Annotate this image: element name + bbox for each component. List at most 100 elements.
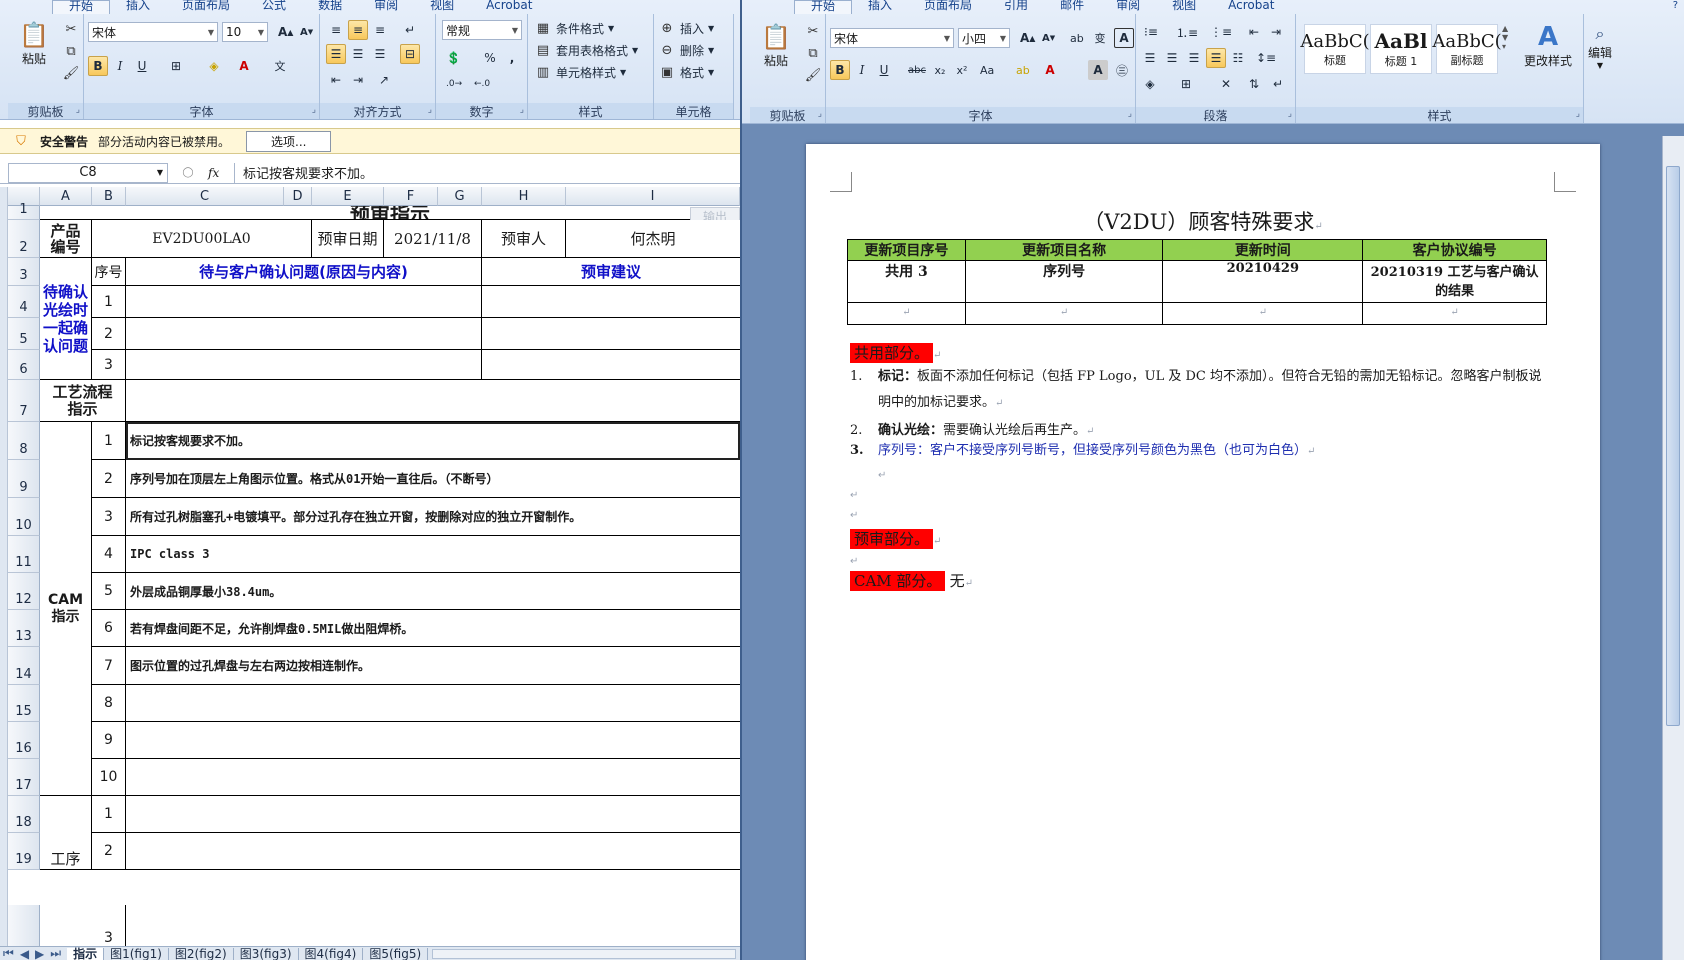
- excel-tab-insert[interactable]: 插入: [110, 0, 166, 14]
- percent-button[interactable]: %: [480, 48, 500, 68]
- dialog-launcher-icon[interactable]: ⌟: [76, 105, 80, 115]
- bullets-icon[interactable]: ⁝≡: [1140, 22, 1162, 42]
- product-code-label[interactable]: 产品 编号: [40, 220, 92, 258]
- excel-tab-review[interactable]: 审阅: [358, 0, 414, 14]
- dialog-launcher-icon[interactable]: ⌟: [818, 109, 822, 119]
- cam-instruction-cell[interactable]: 若有焊盘间距不足，允许削焊盘0.5MIL做出阻焊桥。: [126, 610, 740, 647]
- align-right-icon[interactable]: ☰: [1184, 48, 1204, 68]
- change-styles-button[interactable]: A 更改样式: [1518, 22, 1578, 69]
- table-row-number[interactable]: 5: [92, 573, 126, 610]
- italic-icon[interactable]: I: [110, 56, 130, 76]
- bold-icon[interactable]: B: [88, 56, 108, 76]
- decrease-indent-icon[interactable]: ⇤: [1244, 22, 1264, 42]
- copy-icon[interactable]: ⧉: [804, 44, 822, 62]
- shading-icon[interactable]: ◈: [1140, 74, 1160, 94]
- align-center-icon[interactable]: ☰: [348, 44, 368, 64]
- show-marks-icon[interactable]: ↵: [1268, 74, 1288, 94]
- review-date-value[interactable]: 2021/11/8: [384, 220, 482, 258]
- row-header-8[interactable]: 8: [8, 422, 40, 460]
- column-header-h[interactable]: H: [482, 187, 566, 206]
- reviewer-label[interactable]: 预审人: [482, 220, 566, 258]
- table-format-button[interactable]: ▤ 套用表格格式 ▼: [534, 40, 638, 60]
- wrap-text-icon[interactable]: ↵: [400, 20, 420, 40]
- column-header-i[interactable]: I: [566, 187, 740, 206]
- suggest-cell[interactable]: [482, 318, 740, 350]
- column-header-f[interactable]: F: [384, 187, 438, 206]
- font-color-icon[interactable]: A: [1040, 60, 1060, 80]
- suggest-header[interactable]: 预审建议: [482, 258, 740, 286]
- edit-button[interactable]: ⌕ 编辑 ▼: [1588, 24, 1612, 70]
- style-subtitle[interactable]: AaBbC( 副标题: [1432, 24, 1502, 74]
- justify-icon[interactable]: ☰: [1206, 48, 1226, 68]
- sort-icon[interactable]: ⇅: [1244, 74, 1264, 94]
- subscript-icon[interactable]: x₂: [930, 60, 950, 80]
- process-step-cell[interactable]: [126, 833, 740, 870]
- word-paste-button[interactable]: 📋 粘贴: [761, 22, 791, 69]
- table-cell[interactable]: 20210429: [1162, 260, 1364, 303]
- table-row-number[interactable]: 1: [92, 286, 126, 318]
- row-header-6[interactable]: 6: [8, 350, 40, 380]
- formula-input[interactable]: 标记按客规要求不加。: [234, 162, 740, 183]
- shrink-font-icon[interactable]: A ▼: [296, 22, 317, 42]
- cam-instruction-cell[interactable]: IPC class 3: [126, 536, 740, 573]
- more-icon[interactable]: ▾: [1502, 42, 1514, 51]
- sheet-nav-first-icon[interactable]: ⏮: [0, 947, 17, 960]
- dialog-launcher-icon[interactable]: ⌟: [520, 105, 524, 115]
- word-font-size-combo[interactable]: 小四 ▼: [958, 28, 1010, 48]
- table-row-number[interactable]: 9: [92, 722, 126, 759]
- excel-font-size-combo[interactable]: 10 ▼: [222, 22, 268, 42]
- column-header-d[interactable]: D: [284, 187, 312, 206]
- column-header-b[interactable]: B: [92, 187, 126, 206]
- table-cell[interactable]: 序列号: [964, 260, 1164, 303]
- align-left-icon[interactable]: ☰: [326, 44, 346, 64]
- process-step-label[interactable]: 工序: [40, 796, 92, 870]
- sheet-nav-prev-icon[interactable]: ◀: [17, 947, 32, 960]
- cam-instruction-cell[interactable]: 标记按客规要求不加。: [126, 422, 740, 460]
- cam-instruction-cell[interactable]: [126, 722, 740, 759]
- increase-decimal-icon[interactable]: .0→: [442, 74, 466, 94]
- font-color-icon[interactable]: A: [234, 56, 254, 76]
- align-right-icon[interactable]: ☰: [370, 44, 390, 64]
- align-center-icon[interactable]: ☰: [1162, 48, 1182, 68]
- dialog-launcher-icon[interactable]: ⌟: [428, 105, 432, 115]
- word-help-icon[interactable]: ?: [1673, 0, 1678, 11]
- styles-scroll[interactable]: ▲ ▼ ▾: [1502, 24, 1514, 74]
- align-bottom-icon[interactable]: ≡: [370, 20, 390, 40]
- dialog-launcher-icon[interactable]: ⌟: [1128, 109, 1132, 119]
- issue-header[interactable]: 待与客户确认问题(原因与内容): [126, 258, 482, 286]
- row-header-1[interactable]: 1: [8, 202, 40, 220]
- row-header-16[interactable]: 16: [8, 722, 40, 759]
- column-header-g[interactable]: G: [438, 187, 482, 206]
- row-header-17[interactable]: 17: [8, 759, 40, 796]
- formula-cancel-icon[interactable]: ◯: [168, 167, 208, 178]
- orientation-icon[interactable]: ↗: [374, 70, 394, 90]
- increase-indent-icon[interactable]: ⇥: [348, 70, 368, 90]
- column-header-e[interactable]: E: [312, 187, 384, 206]
- merge-center-icon[interactable]: ⊟: [400, 44, 420, 64]
- row-header-18[interactable]: 18: [8, 796, 40, 833]
- word-tab-acrobat[interactable]: Acrobat: [1212, 0, 1290, 14]
- grow-font-icon[interactable]: A ▲: [274, 22, 297, 42]
- horizontal-scrollbar[interactable]: [432, 948, 736, 959]
- row-header-15[interactable]: 15: [8, 685, 40, 722]
- review-date-label[interactable]: 预审日期: [312, 220, 384, 258]
- conditional-format-button[interactable]: ▦ 条件格式 ▼: [534, 18, 614, 38]
- excel-paste-button[interactable]: 📋 粘贴: [19, 20, 49, 67]
- table-row-number[interactable]: 3: [92, 498, 126, 536]
- vertical-scrollbar[interactable]: [1662, 136, 1684, 960]
- table-row-number[interactable]: 2: [92, 833, 126, 870]
- table-row-number[interactable]: 10: [92, 759, 126, 796]
- table-cell[interactable]: 20210319 工艺与客户确认的结果: [1362, 260, 1547, 303]
- underline-icon[interactable]: U: [132, 56, 152, 76]
- cell-style-button[interactable]: ▥ 单元格样式 ▼: [534, 62, 626, 82]
- underline-icon[interactable]: U: [874, 60, 894, 80]
- table-cell[interactable]: 共用 3: [847, 260, 966, 303]
- distributed-icon[interactable]: ☷: [1228, 48, 1248, 68]
- row-header-11[interactable]: 11: [8, 536, 40, 573]
- strikethrough-icon[interactable]: abc: [904, 60, 930, 80]
- sheet-tab-instructions[interactable]: 指示: [67, 947, 105, 960]
- borders-icon[interactable]: ⊞: [166, 56, 186, 76]
- comma-button[interactable]: ,: [502, 48, 522, 68]
- row-header-14[interactable]: 14: [8, 647, 40, 685]
- word-tab-home[interactable]: 开始: [794, 0, 853, 14]
